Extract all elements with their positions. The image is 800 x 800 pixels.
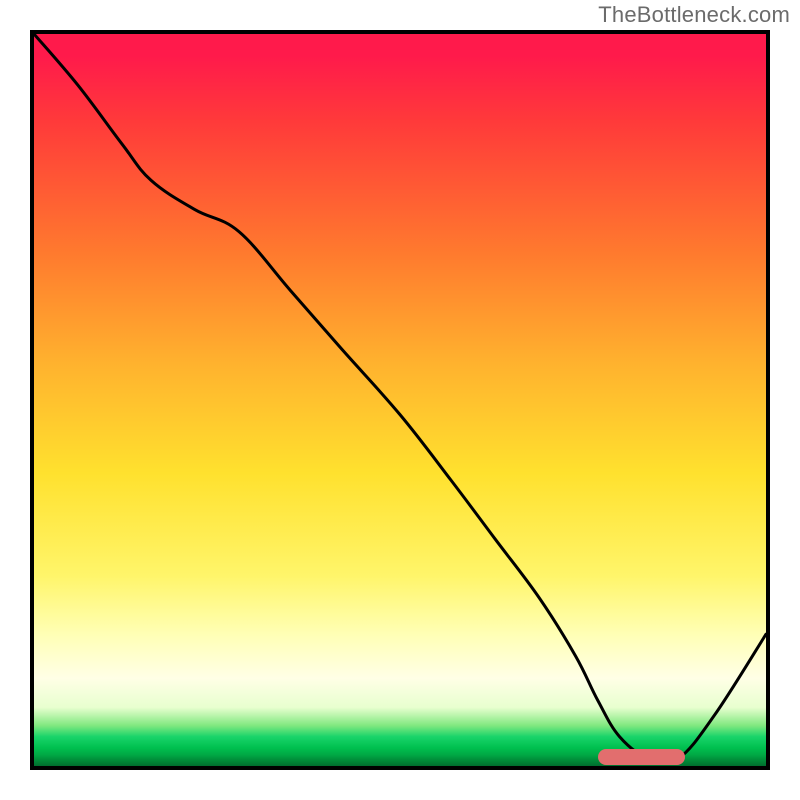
watermark-text: TheBottleneck.com xyxy=(598,2,790,28)
chart-container: TheBottleneck.com xyxy=(0,0,800,800)
plot-area xyxy=(30,30,770,770)
bottleneck-curve xyxy=(34,34,766,766)
optimal-range-marker xyxy=(598,749,686,765)
